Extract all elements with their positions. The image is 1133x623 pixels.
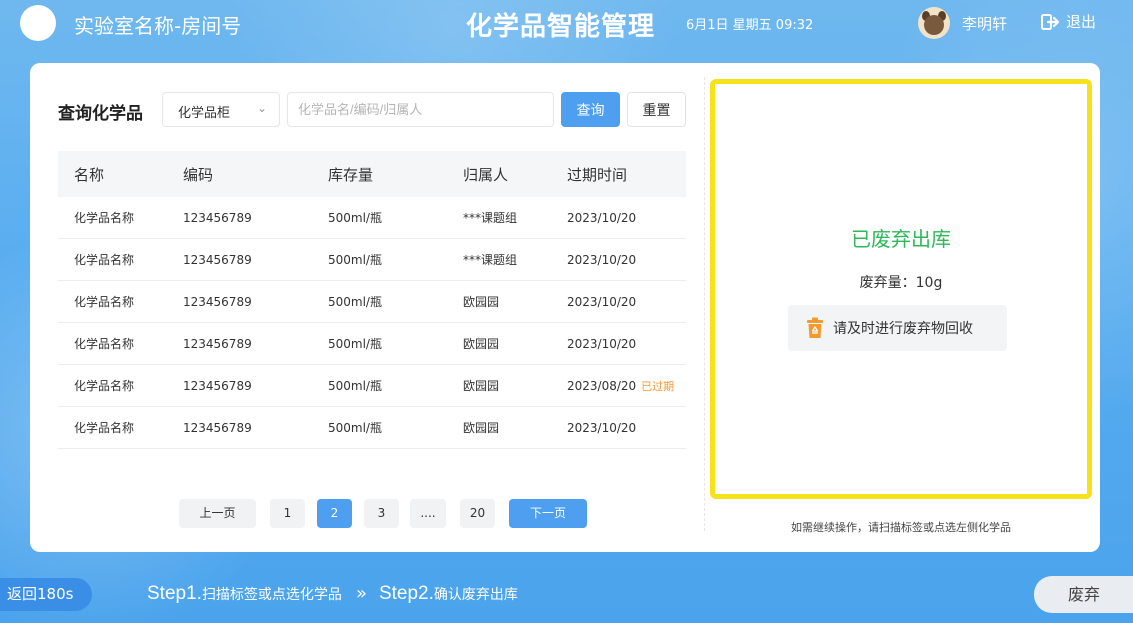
page-ellipsis[interactable]: ....	[410, 499, 446, 528]
expiry-date: 2023/10/20	[567, 252, 637, 267]
cell-owner: 欧园园	[463, 421, 500, 435]
cell-code: 123456789	[183, 420, 252, 435]
expiry-date: 2023/10/20	[567, 420, 637, 435]
header: 实验室名称-房间号 化学品智能管理 6月1日 星期五 09:32 李明轩 退出	[0, 0, 1133, 46]
waste-value: 10g	[915, 275, 943, 291]
step2-text: 确认废弃出库	[433, 587, 518, 603]
cell-owner: ***课题组	[463, 211, 518, 225]
expiry-date: 2023/08/20	[567, 378, 637, 393]
cell-name: 化学品名称	[74, 379, 135, 393]
cell-stock: 500ml/瓶	[328, 421, 382, 435]
expiry-date: 2023/10/20	[567, 294, 637, 309]
cell-code: 123456789	[183, 378, 252, 393]
table-row[interactable]: 化学品名称 123456789 500ml/瓶 欧园园 2023/08/20 已过…	[58, 365, 686, 407]
divider	[704, 77, 705, 531]
avatar[interactable]	[918, 7, 950, 39]
recycle-label: 请及时进行废弃物回收	[833, 321, 973, 337]
recycle-button[interactable]: 请及时进行废弃物回收	[788, 305, 1007, 351]
cell-expiry: 2023/10/20	[567, 253, 686, 267]
table-row[interactable]: 化学品名称 123456789 500ml/瓶 ***课题组 2023/10/2…	[58, 239, 686, 281]
cabinet-select-value: 化学品柜	[178, 106, 231, 121]
cell-code: 123456789	[183, 294, 252, 309]
header-stock: 库存量	[328, 165, 374, 184]
chevron-down-icon: ⌄	[256, 101, 267, 115]
cell-stock: 500ml/瓶	[328, 337, 382, 351]
step-indicator: Step1. 扫描标签或点选化学品 » Step2. 确认废弃出库	[147, 583, 518, 605]
table-row[interactable]: 化学品名称 123456789 500ml/瓶 欧园园 2023/10/20	[58, 407, 686, 449]
table-row[interactable]: 化学品名称 123456789 500ml/瓶 欧园园 2023/10/20	[58, 281, 686, 323]
prev-page-button[interactable]: 上一页	[179, 499, 256, 528]
cell-stock: 500ml/瓶	[328, 295, 382, 309]
logout-label: 退出	[1066, 13, 1097, 31]
step1-number: Step1.	[147, 583, 202, 604]
main-card: 查询化学品 化学品柜 ⌄ 查询 重置 名称 编码 库存量 归属人 过期时间 化学…	[30, 63, 1100, 552]
header-name: 名称	[74, 165, 105, 184]
cell-code: 123456789	[183, 210, 252, 225]
cell-code: 123456789	[183, 336, 252, 351]
next-page-button[interactable]: 下一页	[509, 499, 587, 528]
cell-name: 化学品名称	[74, 211, 135, 225]
step-arrow-icon: »	[355, 583, 367, 604]
status-title: 已废弃出库	[851, 227, 951, 251]
cell-name: 化学品名称	[74, 253, 135, 267]
cell-owner: 欧园园	[463, 295, 500, 309]
cell-code: 123456789	[183, 252, 252, 267]
logout-button[interactable]: 退出	[1040, 11, 1096, 32]
page-button-2[interactable]: 2	[317, 499, 352, 528]
chemical-table: 名称 编码 库存量 归属人 过期时间 化学品名称 123456789 500ml…	[58, 151, 686, 449]
search-input[interactable]	[287, 92, 554, 127]
datetime: 6月1日 星期五 09:32	[686, 18, 814, 33]
cell-owner: 欧园园	[463, 337, 500, 351]
cell-stock: 500ml/瓶	[328, 379, 382, 393]
cabinet-select[interactable]: 化学品柜 ⌄	[162, 92, 280, 127]
cell-owner: 欧园园	[463, 379, 500, 393]
cell-expiry: 2023/10/20	[567, 337, 686, 351]
table-row[interactable]: 化学品名称 123456789 500ml/瓶 欧园园 2023/10/20	[58, 323, 686, 365]
table-row[interactable]: 化学品名称 123456789 500ml/瓶 ***课题组 2023/10/2…	[58, 197, 686, 239]
avatar-face	[924, 15, 944, 35]
waste-label: 废弃量：	[859, 275, 916, 291]
step1-text: 扫描标签或点选化学品	[201, 587, 342, 603]
app-title: 化学品智能管理	[466, 12, 656, 42]
expired-badge: 已过期	[641, 379, 675, 393]
waste-amount: 废弃量：10g	[715, 272, 1087, 292]
cell-expiry: 2023/10/20	[567, 295, 686, 309]
discard-button[interactable]: 废弃	[1034, 576, 1133, 613]
cell-name: 化学品名称	[74, 337, 135, 351]
cell-expiry: 2023/10/20	[567, 421, 686, 435]
cell-owner: ***课题组	[463, 253, 518, 267]
result-panel: 已废弃出库 废弃量：10g 请及时进行废弃物回收	[710, 79, 1092, 499]
expiry-date: 2023/10/20	[567, 210, 637, 225]
step2-number: Step2.	[378, 583, 434, 604]
back-button[interactable]: 返回180s	[0, 578, 92, 611]
user-name: 李明轩	[962, 15, 1008, 33]
page-button-20[interactable]: 20	[460, 499, 495, 528]
header-owner: 归属人	[463, 165, 509, 184]
recycle-bin-icon	[807, 317, 823, 338]
cell-expiry: 2023/10/20	[567, 211, 686, 225]
page-button-3[interactable]: 3	[364, 499, 399, 528]
cell-name: 化学品名称	[74, 295, 135, 309]
expiry-date: 2023/10/20	[567, 336, 637, 351]
header-expiry: 过期时间	[567, 165, 628, 184]
cell-expiry: 2023/08/20 已过期	[567, 378, 686, 394]
cell-stock: 500ml/瓶	[328, 211, 382, 225]
cell-name: 化学品名称	[74, 421, 135, 435]
page-button-1[interactable]: 1	[270, 499, 305, 528]
query-title: 查询化学品	[58, 104, 143, 124]
table-header: 名称 编码 库存量 归属人 过期时间	[58, 151, 686, 197]
query-button[interactable]: 查询	[561, 92, 620, 127]
cell-stock: 500ml/瓶	[328, 253, 382, 267]
header-code: 编码	[183, 165, 214, 184]
hint-text: 如需继续操作，请扫描标签或点选左侧化学品	[791, 521, 1011, 534]
logo	[20, 5, 56, 41]
reset-button[interactable]: 重置	[627, 92, 686, 127]
logout-icon	[1041, 13, 1060, 30]
lab-name: 实验室名称-房间号	[74, 14, 242, 38]
